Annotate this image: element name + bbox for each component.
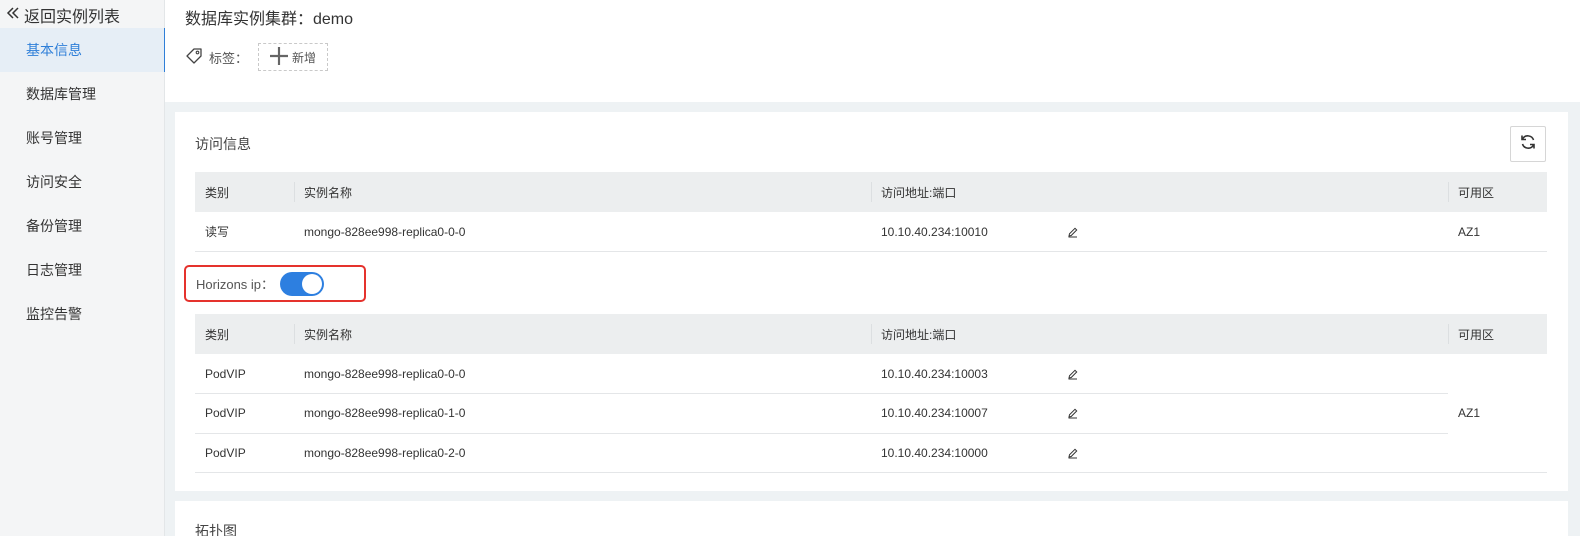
edit-icon[interactable] [1067, 368, 1079, 380]
topology-panel: 拓扑图 [175, 501, 1568, 536]
table-row: PodVIP mongo-828ee998-replica0-0-0 10.10… [195, 354, 1547, 473]
cell-type: PodVIP [195, 393, 294, 434]
horizons-ip-toggle[interactable] [280, 271, 325, 296]
sidebar-item-database-management[interactable]: 数据库管理 [0, 72, 165, 116]
horizons-ip-toggle-group: Horizons ip： [184, 265, 366, 302]
sidebar-item-label: 备份管理 [26, 218, 82, 234]
sidebar-nav: 基本信息 数据库管理 账号管理 访问安全 备份管理 日志管理 监控告警 [0, 28, 166, 336]
sidebar-item-label: 数据库管理 [26, 86, 96, 102]
cell-address: 10.10.40.234:10010 [871, 212, 1448, 252]
back-link-label: 返回实例列表 [24, 9, 121, 26]
address-text: 10.10.40.234:10003 [881, 366, 988, 381]
sidebar-item-log-management[interactable]: 日志管理 [0, 248, 165, 292]
sidebar-item-access-security[interactable]: 访问安全 [0, 160, 165, 204]
sidebar-item-label: 日志管理 [26, 262, 82, 278]
tag-icon [185, 47, 203, 68]
cell-instance-name: mongo-828ee998-replica0-0-0 [294, 212, 871, 252]
tags-row: 标签： 新增 [185, 43, 329, 71]
cell-type: PodVIP [195, 433, 294, 473]
sidebar-item-label: 账号管理 [26, 130, 82, 146]
table-header-row: 类别 实例名称 访问地址:端口 可用区 [195, 314, 1547, 354]
column-header-zone: 可用区 [1448, 314, 1547, 354]
table-header-row: 类别 实例名称 访问地址:端口 可用区 [195, 172, 1547, 212]
column-header-type: 类别 [195, 314, 294, 354]
sidebar-item-label: 监控告警 [26, 306, 82, 322]
sidebar-item-account-management[interactable]: 账号管理 [0, 116, 165, 160]
add-tag-label: 新增 [292, 50, 317, 65]
section-title: 拓扑图 [195, 523, 237, 536]
edit-icon[interactable] [1067, 407, 1079, 419]
column-header-name: 实例名称 [294, 172, 871, 212]
sidebar-item-label: 基本信息 [26, 42, 82, 58]
address-text: 10.10.40.234:10010 [881, 224, 988, 239]
cell-instance-name: mongo-828ee998-replica0-2-0 [294, 433, 871, 473]
page-title: 数据库实例集群：demo [185, 11, 354, 28]
sidebar: 返回实例列表 基本信息 数据库管理 账号管理 访问安全 备份管理 日志管理 监控… [0, 0, 166, 536]
table-row: 读写 mongo-828ee998-replica0-0-0 10.10.40.… [195, 212, 1547, 252]
horizons-table: 类别 实例名称 访问地址:端口 可用区 PodVIP mongo-828ee99… [195, 314, 1547, 473]
add-tag-button[interactable]: 新增 [258, 43, 329, 71]
section-title: 访问信息 [195, 136, 251, 152]
cell-instance-name: mongo-828ee998-replica0-0-0 [294, 354, 871, 394]
column-header-type: 类别 [195, 172, 294, 212]
table-row: PodVIP mongo-828ee998-replica0-2-0 10.10… [195, 433, 1547, 473]
double-chevron-left-icon [6, 6, 20, 25]
back-to-list-link[interactable]: 返回实例列表 [6, 4, 120, 26]
cell-zone: AZ1 [1448, 354, 1547, 473]
header-panel: 数据库实例集群：demo 标签： 新增 [165, 0, 1580, 102]
refresh-button[interactable] [1510, 126, 1546, 162]
toggle-knob [302, 273, 323, 294]
cell-zone: AZ1 [1448, 212, 1547, 252]
access-info-panel: 访问信息 类别 实例名称 访问地址:端口 可用区 读写 mongo-828ee9… [175, 112, 1568, 491]
edit-icon[interactable] [1067, 447, 1079, 459]
address-text: 10.10.40.234:10007 [881, 406, 988, 421]
sidebar-item-backup-management[interactable]: 备份管理 [0, 204, 165, 248]
sidebar-item-label: 访问安全 [26, 174, 82, 190]
address-text: 10.10.40.234:10000 [881, 445, 988, 460]
access-table: 类别 实例名称 访问地址:端口 可用区 读写 mongo-828ee998-re… [195, 172, 1547, 252]
sidebar-item-basic-info[interactable]: 基本信息 [0, 28, 166, 72]
cell-address: 10.10.40.234:10000 [871, 433, 1448, 473]
edit-icon[interactable] [1067, 226, 1079, 238]
plus-icon [270, 46, 288, 68]
cell-address: 10.10.40.234:10003 [871, 354, 1448, 394]
horizons-ip-label: Horizons ip： [196, 277, 275, 292]
sidebar-item-monitoring-alerts[interactable]: 监控告警 [0, 292, 165, 336]
column-header-address: 访问地址:端口 [871, 314, 1448, 354]
table-row: PodVIP mongo-828ee998-replica0-1-0 10.10… [195, 393, 1547, 434]
cell-type: PodVIP [195, 354, 294, 394]
tags-label: 标签： [209, 50, 249, 66]
cell-type: 读写 [195, 212, 294, 252]
column-header-address: 访问地址:端口 [871, 172, 1448, 212]
cell-address: 10.10.40.234:10007 [871, 393, 1448, 434]
page-root: 返回实例列表 基本信息 数据库管理 账号管理 访问安全 备份管理 日志管理 监控… [0, 0, 1580, 536]
column-header-zone: 可用区 [1448, 172, 1547, 212]
refresh-icon [1519, 133, 1537, 156]
cell-instance-name: mongo-828ee998-replica0-1-0 [294, 393, 871, 434]
column-header-name: 实例名称 [294, 314, 871, 354]
